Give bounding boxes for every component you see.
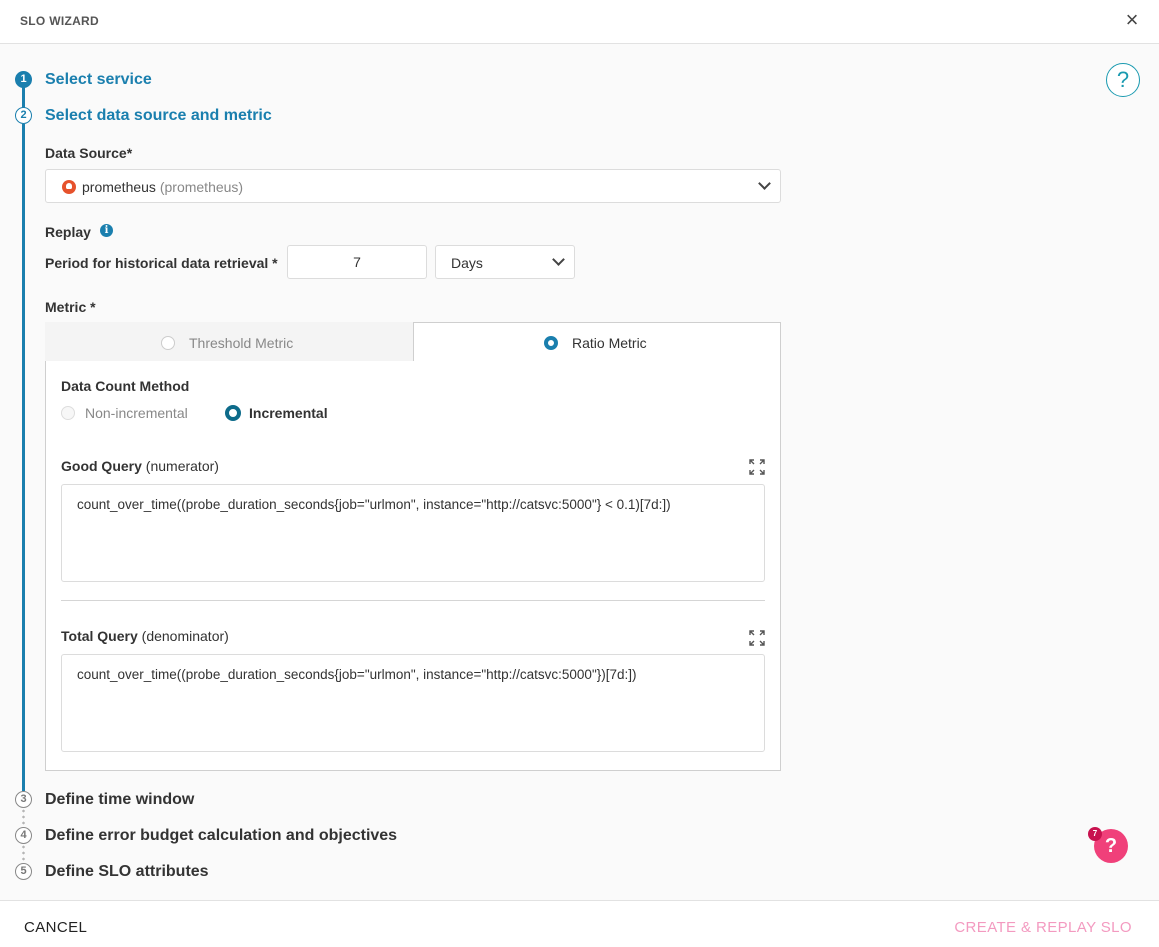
data-source-select[interactable]: prometheus (prometheus) [45,169,781,203]
notification-badge: 7 [1088,827,1102,841]
tab-threshold-metric-label: Threshold Metric [189,335,294,351]
info-icon[interactable]: i [100,224,113,237]
wizard-title: SLO WIZARD [20,14,99,28]
replay-label: Replay [45,224,91,240]
data-source-label: Data Source* [45,145,133,161]
non-incremental-label: Non-incremental [85,405,188,421]
good-query-label: Good Query (numerator) [61,458,219,474]
close-icon[interactable]: × [1121,9,1143,32]
step-4-indicator: 4 [15,827,32,844]
total-query-input[interactable]: count_over_time((probe_duration_seconds{… [61,654,765,752]
query-divider [61,600,765,601]
step-5-indicator: 5 [15,863,32,880]
stepper-line-active [22,124,25,791]
total-query-label: Total Query (denominator) [61,628,229,644]
prometheus-icon [62,180,76,194]
step-1-label[interactable]: Select service [45,71,152,89]
stepper-dots [22,844,25,864]
expand-icon[interactable] [749,459,765,475]
step-1-indicator: 1 [15,71,32,88]
expand-icon[interactable] [749,630,765,646]
step-4-label[interactable]: Define error budget calculation and obje… [45,827,397,845]
tab-threshold-metric[interactable]: Threshold Metric [45,322,413,362]
period-unit-select[interactable]: Days [435,245,575,279]
tab-ratio-metric-label: Ratio Metric [572,335,647,351]
period-label: Period for historical data retrieval * [45,255,278,271]
step-3-indicator: 3 [15,791,32,808]
good-query-input[interactable]: count_over_time((probe_duration_seconds{… [61,484,765,582]
step-2-label[interactable]: Select data source and metric [45,107,272,125]
data-count-method-label: Data Count Method [61,378,190,394]
step-5-label[interactable]: Define SLO attributes [45,863,209,881]
wizard-header: SLO WIZARD × [0,0,1159,44]
wizard-footer: CANCEL CREATE & REPLAY SLO [0,900,1159,947]
chevron-down-icon [758,177,771,190]
create-replay-slo-button[interactable]: CREATE & REPLAY SLO [954,919,1132,936]
help-icon[interactable]: ? [1106,63,1140,97]
period-input[interactable]: 7 [287,245,427,279]
ratio-metric-radio[interactable] [544,336,558,350]
period-unit-value: Days [451,255,483,271]
incremental-radio[interactable] [225,405,241,421]
stepper-dots [22,808,25,828]
threshold-metric-radio[interactable] [161,336,175,350]
data-source-value: prometheus (prometheus) [82,179,244,195]
chevron-down-icon [552,253,565,266]
total-query-value: count_over_time((probe_duration_seconds{… [77,667,637,682]
step-2-indicator: 2 [15,107,32,124]
metric-label: Metric * [45,299,96,315]
good-query-value: count_over_time((probe_duration_seconds{… [77,497,671,512]
incremental-label: Incremental [249,405,328,421]
cancel-button[interactable]: CANCEL [24,919,87,936]
step-3-label[interactable]: Define time window [45,791,194,809]
non-incremental-radio[interactable] [61,406,75,420]
tab-ratio-metric[interactable]: Ratio Metric [413,322,781,362]
